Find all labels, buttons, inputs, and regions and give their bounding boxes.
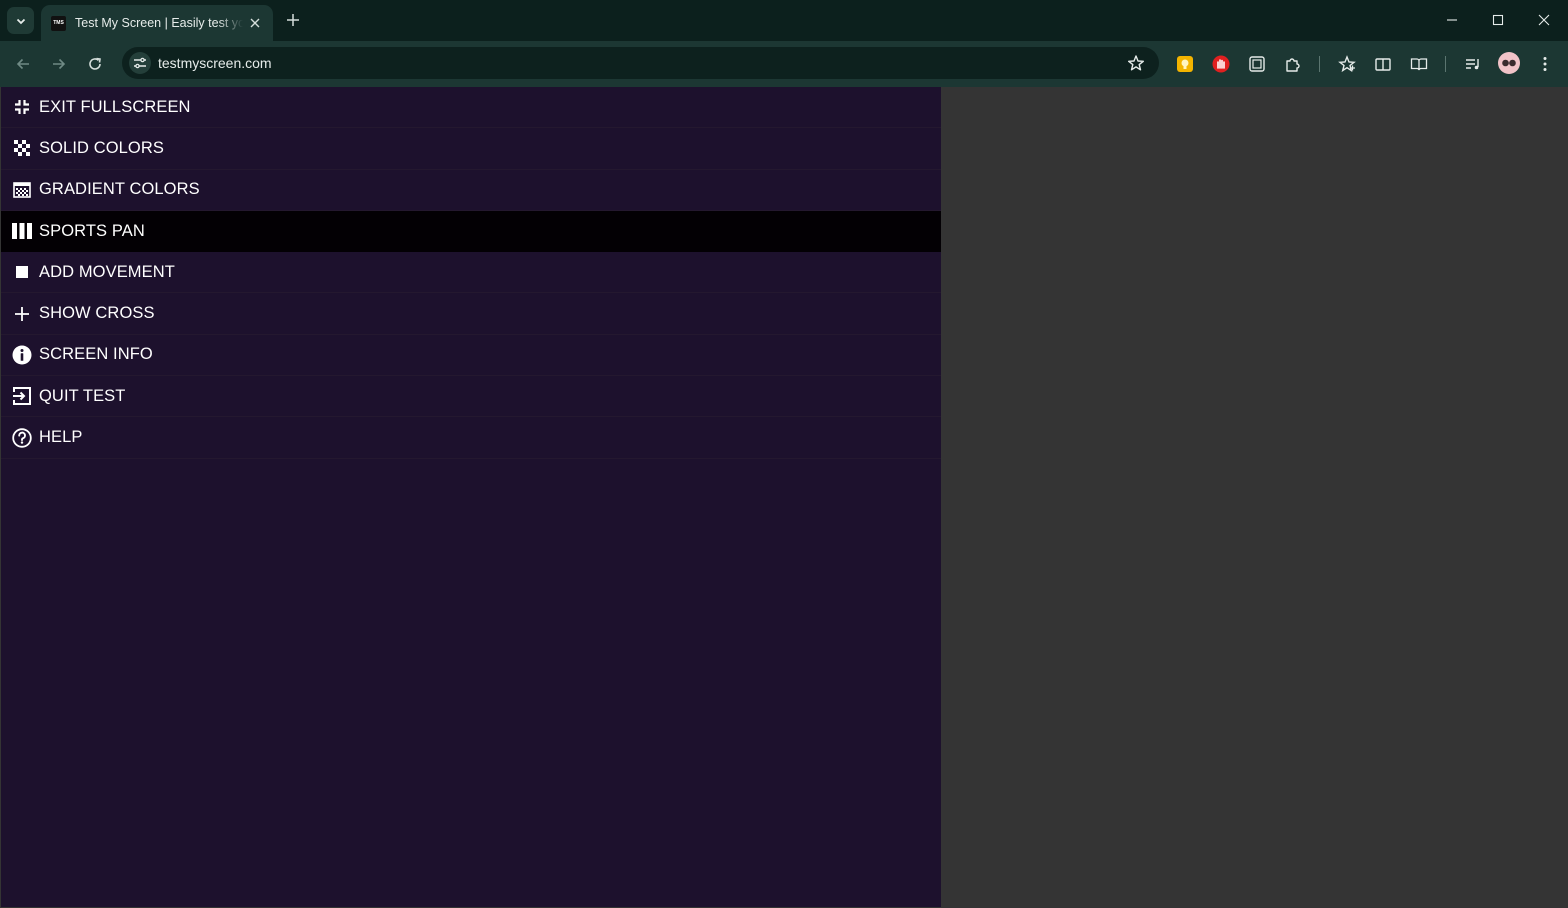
- menu-item-sports-pan[interactable]: SPORTS PAN: [1, 210, 941, 253]
- screenshot-extension-icon: [1249, 56, 1265, 72]
- media-controls-button[interactable]: [1462, 53, 1484, 75]
- bookmark-button[interactable]: [1127, 54, 1145, 72]
- extension-yellow-button[interactable]: [1174, 53, 1196, 75]
- menu-item-label: SOLID COLORS: [39, 138, 164, 157]
- menu-item-solid-colors[interactable]: SOLID COLORS: [1, 128, 941, 170]
- reading-mode-button[interactable]: [1408, 53, 1430, 75]
- web-page: EXIT FULLSCREEN SOLID COLORS GRADIENT CO…: [0, 87, 1568, 908]
- profile-glasses-icon: [1502, 59, 1516, 67]
- tab-title: Test My Screen | Easily test your: [75, 16, 243, 30]
- puzzle-icon: [1286, 58, 1300, 72]
- chevron-down-icon: [16, 18, 25, 24]
- menu-item-quit-test[interactable]: QUIT TEST: [1, 376, 941, 418]
- reload-button[interactable]: [82, 51, 108, 77]
- tune-icon: [134, 57, 146, 69]
- menu-item-label: ADD MOVEMENT: [39, 262, 175, 281]
- exit-fullscreen-icon: [12, 97, 32, 117]
- tab-favicon: TMS: [51, 15, 66, 31]
- browser-tab-active[interactable]: TMS Test My Screen | Easily test your: [41, 5, 273, 41]
- maximize-icon: [1492, 14, 1504, 26]
- info-icon: [12, 345, 32, 365]
- arrow-right-icon: [53, 58, 66, 70]
- menu-item-label: SPORTS PAN: [39, 221, 145, 240]
- close-icon: [1538, 14, 1550, 26]
- menu-item-label: QUIT TEST: [39, 386, 126, 405]
- red-hand-extension-icon: [1212, 55, 1230, 73]
- extensions-button[interactable]: [1282, 53, 1304, 75]
- media-queue-icon: [1466, 59, 1479, 70]
- menu-item-gradient-colors[interactable]: GRADIENT COLORS: [1, 170, 941, 211]
- reading-mode-icon: [1410, 58, 1428, 71]
- avatar[interactable]: [1498, 52, 1520, 74]
- exit-box-icon: [12, 386, 32, 406]
- menu-item-label: GRADIENT COLORS: [39, 180, 200, 199]
- close-icon: [250, 18, 260, 28]
- plus-icon: [12, 304, 32, 324]
- menu-item-screen-info[interactable]: SCREEN INFO: [1, 335, 941, 377]
- plus-icon: [287, 14, 299, 26]
- toolbar-separator: [1445, 56, 1446, 72]
- square-icon: [12, 262, 32, 282]
- browser-titlebar: TMS Test My Screen | Easily test your: [0, 0, 1568, 41]
- columns-icon: [12, 221, 32, 241]
- arrow-left-icon: [16, 58, 29, 70]
- back-button[interactable]: [10, 51, 36, 77]
- browser-menu-button[interactable]: [1534, 53, 1556, 75]
- menu-item-label: EXIT FULLSCREEN: [39, 97, 191, 116]
- test-canvas-area[interactable]: [941, 87, 1568, 908]
- menu-item-show-cross[interactable]: SHOW CROSS: [1, 293, 941, 335]
- yellow-square-extension-icon: [1177, 56, 1193, 72]
- favorites-button[interactable]: [1336, 53, 1358, 75]
- kebab-menu-icon: [1543, 57, 1547, 71]
- url-text: testmyscreen.com: [158, 55, 272, 71]
- tab-search-button[interactable]: [7, 7, 34, 34]
- minimize-button[interactable]: [1429, 0, 1475, 40]
- help-circle-icon: [12, 427, 32, 448]
- split-screen-icon: [1375, 58, 1391, 71]
- menu-item-label: SHOW CROSS: [39, 304, 155, 323]
- menu-item-exit-fullscreen[interactable]: EXIT FULLSCREEN: [1, 87, 941, 129]
- gradient-grid-icon: [12, 180, 32, 200]
- reload-icon: [89, 57, 101, 70]
- favorites-star-icon: [1338, 55, 1356, 73]
- checkerboard-icon: [12, 138, 32, 158]
- browser-toolbar: testmyscreen.com: [0, 41, 1568, 87]
- star-icon: [1128, 55, 1144, 71]
- tab-close-button[interactable]: [247, 15, 263, 31]
- forward-button[interactable]: [46, 51, 72, 77]
- toolbar-separator: [1319, 56, 1320, 72]
- address-bar[interactable]: testmyscreen.com: [122, 47, 1159, 79]
- menu-item-label: HELP: [39, 428, 83, 447]
- menu-item-help[interactable]: HELP: [1, 417, 941, 459]
- menu-item-label: SCREEN INFO: [39, 345, 153, 364]
- extension-red-hand-button[interactable]: [1210, 53, 1232, 75]
- new-tab-button[interactable]: [281, 8, 305, 32]
- maximize-button[interactable]: [1475, 0, 1521, 40]
- minimize-icon: [1447, 19, 1457, 21]
- menu-item-add-movement[interactable]: ADD MOVEMENT: [1, 252, 941, 294]
- tab-groups-button[interactable]: [1372, 53, 1394, 75]
- extension-screenshot-button[interactable]: [1246, 53, 1268, 75]
- window-close-button[interactable]: [1521, 0, 1567, 40]
- test-menu-panel: EXIT FULLSCREEN SOLID COLORS GRADIENT CO…: [1, 87, 941, 907]
- site-info-button[interactable]: [129, 52, 151, 74]
